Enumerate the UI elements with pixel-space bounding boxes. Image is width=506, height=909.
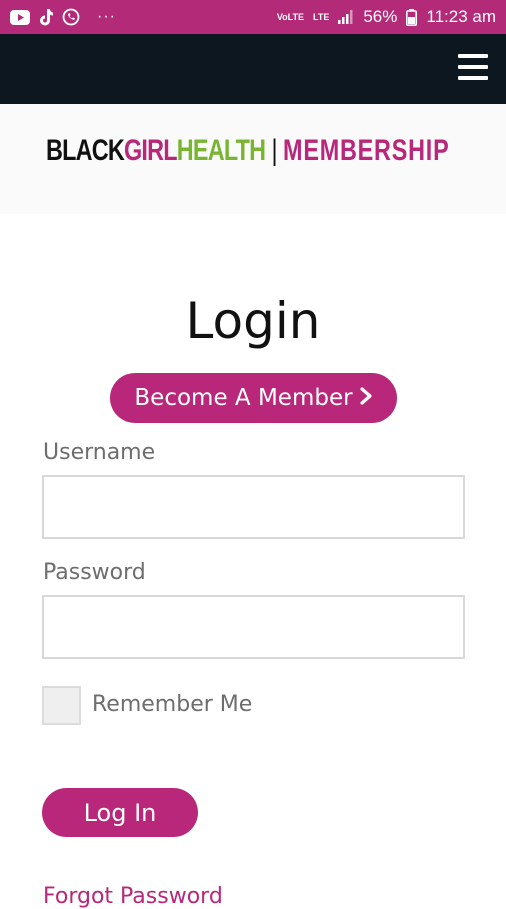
remember-me-label[interactable]: Remember Me <box>92 692 252 717</box>
lte-indicator: LTE <box>313 11 330 22</box>
whatsapp-icon <box>62 8 80 26</box>
logo-health: HEALTH <box>176 134 266 167</box>
log-in-label: Log In <box>83 798 157 827</box>
status-time: 11:23 am <box>426 7 496 26</box>
username-input[interactable] <box>42 475 465 539</box>
become-member-button[interactable]: Become A Member <box>110 373 397 423</box>
chevron-right-icon <box>359 385 373 411</box>
volte-indicator: VoLTE <box>276 11 304 22</box>
status-left: ··· <box>10 8 116 26</box>
battery-percent: 56% <box>363 7 398 26</box>
password-input[interactable] <box>42 595 465 659</box>
signal-icon <box>338 10 354 24</box>
logo-girl: GIRL <box>124 134 178 167</box>
username-label: Username <box>43 440 156 465</box>
forgot-password-link[interactable]: Forgot Password <box>43 884 223 909</box>
log-in-button[interactable]: Log In <box>42 788 198 837</box>
tiktok-icon <box>39 8 53 26</box>
logo-separator: | <box>271 134 278 167</box>
become-member-label: Become A Member <box>134 385 353 411</box>
top-navbar <box>0 34 506 104</box>
hamburger-menu-icon[interactable] <box>458 54 488 80</box>
site-logo[interactable]: BLACKGIRLHEALTH | MEMBERSHIP <box>46 134 449 168</box>
status-bar: ··· VoLTE LTE 56% 11:23 am <box>0 0 506 34</box>
remember-me-checkbox[interactable] <box>42 686 81 725</box>
logo-membership: MEMBERSHIP <box>283 134 450 167</box>
battery-icon <box>406 8 418 26</box>
more-notifications-icon: ··· <box>97 8 116 25</box>
page-title: Login <box>185 292 321 350</box>
youtube-icon <box>10 9 30 25</box>
status-right: VoLTE LTE 56% 11:23 am <box>277 7 496 27</box>
brand-header: BLACKGIRLHEALTH | MEMBERSHIP <box>0 104 506 214</box>
logo-black: BLACK <box>46 134 125 167</box>
password-label: Password <box>43 560 146 585</box>
